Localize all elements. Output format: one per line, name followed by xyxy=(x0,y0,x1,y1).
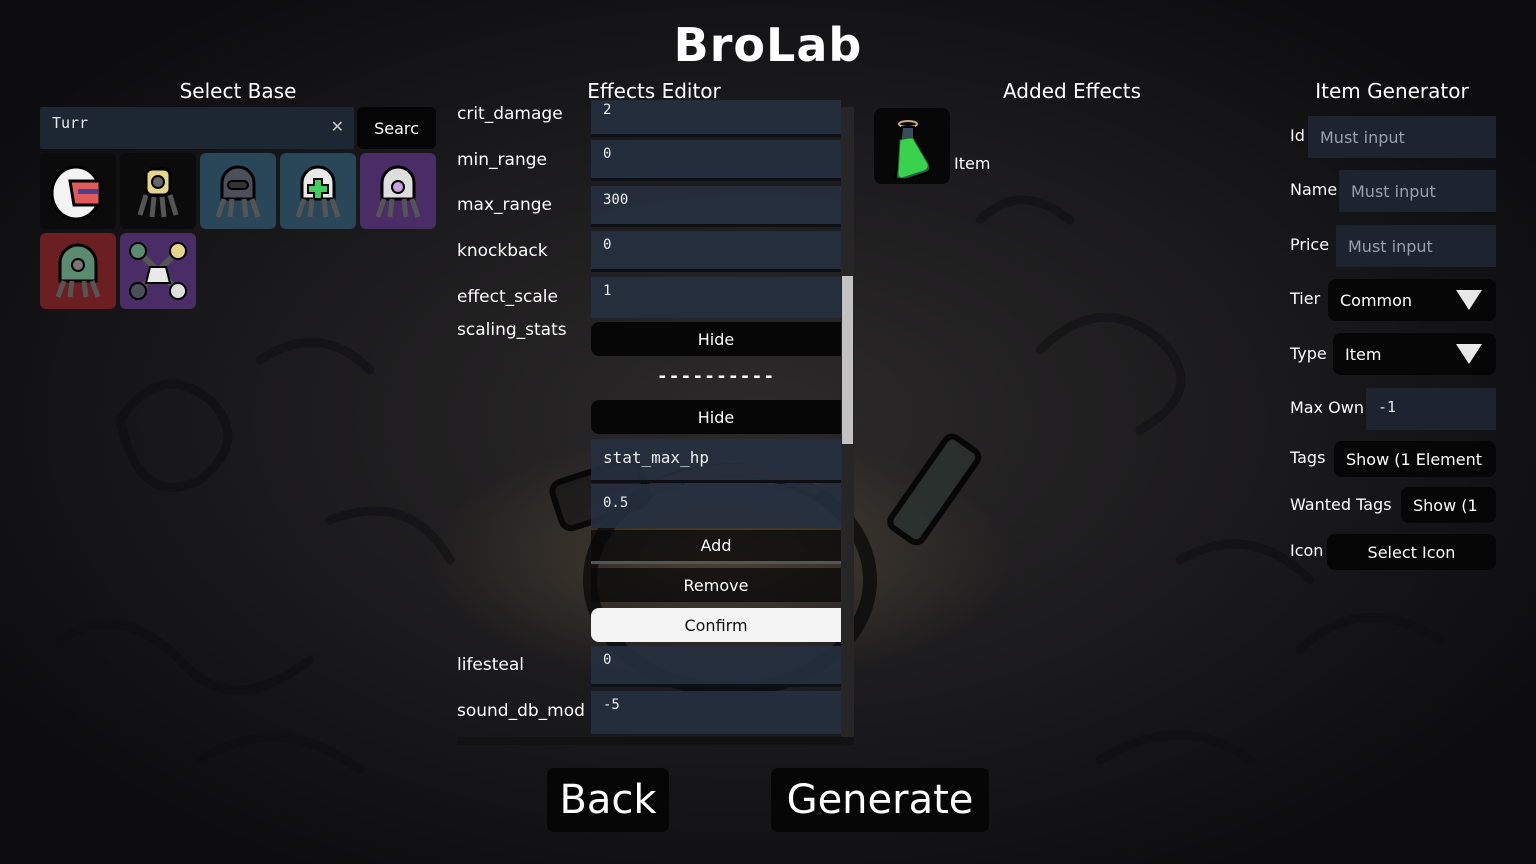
scaling-stat-value-input[interactable]: 0.5 xyxy=(591,484,841,528)
icon-label: Icon xyxy=(1290,541,1324,560)
potion-icon xyxy=(894,120,932,178)
scaling-stats-confirm-button[interactable]: Confirm xyxy=(591,608,841,642)
base-tile-laser-turret[interactable] xyxy=(360,153,436,229)
field-label-max-range: max_range xyxy=(457,195,552,215)
turret-cluster-icon xyxy=(129,242,187,300)
effects-scrollbar-thumb[interactable] xyxy=(842,276,853,444)
wanted-tags-show-button[interactable]: Show (1 xyxy=(1401,487,1496,523)
laser-turret-icon xyxy=(375,165,421,218)
price-input[interactable]: Must input xyxy=(1336,225,1496,267)
base-tile-turret-cluster[interactable] xyxy=(120,233,196,309)
base-tile-healing-turret[interactable] xyxy=(280,153,356,229)
close-icon[interactable]: ✕ xyxy=(331,117,344,136)
scaling-stats-separator: ---------- xyxy=(656,366,776,387)
name-input[interactable]: Must input xyxy=(1339,170,1496,212)
type-label: Type xyxy=(1290,344,1327,363)
type-selected: Item xyxy=(1345,344,1382,364)
helmet-turret-icon xyxy=(50,165,102,221)
id-input[interactable]: Must input xyxy=(1308,116,1496,158)
field-label-scaling-stats: scaling_stats xyxy=(457,320,567,340)
chevron-down-icon xyxy=(1456,290,1482,310)
scaling-stat-name-input[interactable]: stat_max_hp xyxy=(591,439,841,483)
field-input-effect-scale[interactable]: 1 xyxy=(591,277,841,318)
added-effect-item[interactable] xyxy=(874,108,950,184)
field-input-knockback[interactable]: 0 xyxy=(591,231,841,272)
app-title: BroLab xyxy=(673,18,863,72)
max-own-label: Max Own xyxy=(1290,398,1364,417)
tier-label: Tier xyxy=(1290,289,1321,308)
added-effects-title: Added Effects xyxy=(1002,79,1142,103)
wanted-tags-label: Wanted Tags xyxy=(1290,495,1392,514)
max-own-input[interactable]: -1 xyxy=(1366,388,1496,430)
tags-show-button[interactable]: Show (1 Element xyxy=(1334,441,1496,477)
field-label-sound-db-mod: sound_db_mod xyxy=(457,701,585,721)
base-tile-visor-turret[interactable] xyxy=(200,153,276,229)
scaling-stats-hide-button[interactable]: Hide xyxy=(591,322,841,356)
field-input-lifesteal[interactable]: 0 xyxy=(591,646,841,687)
scaling-stat-add-button[interactable]: Add xyxy=(591,530,841,564)
field-label-min-range: min_range xyxy=(457,150,547,170)
field-input-crit-damage[interactable]: 2 xyxy=(591,100,841,137)
scaling-stat-hide-button[interactable]: Hide xyxy=(591,400,841,434)
item-generator-title: Item Generator xyxy=(1315,79,1469,103)
green-turret-icon xyxy=(55,243,101,298)
scaling-stat-remove-button[interactable]: Remove xyxy=(591,568,841,602)
field-label-lifesteal: lifesteal xyxy=(457,655,525,675)
field-label-knockback: knockback xyxy=(457,241,548,261)
yellow-turret-icon xyxy=(137,167,179,218)
healing-turret-icon xyxy=(295,165,341,218)
tier-dropdown[interactable]: Common xyxy=(1328,279,1496,321)
select-base-title: Select Base xyxy=(179,79,297,103)
base-tile-green-turret[interactable] xyxy=(40,233,116,309)
tier-selected: Common xyxy=(1340,290,1413,310)
field-label-crit-damage: crit_damage xyxy=(457,104,563,124)
base-search-input[interactable] xyxy=(40,107,354,149)
base-search-field[interactable]: ✕ xyxy=(40,107,354,149)
added-effect-item-label: Item xyxy=(954,154,991,173)
chevron-down-icon xyxy=(1456,344,1482,364)
field-label-effect-scale: effect_scale xyxy=(457,287,558,307)
effects-horizontal-scrollbar[interactable] xyxy=(457,737,854,745)
base-tile-yellow-turret[interactable] xyxy=(120,153,196,229)
field-input-min-range[interactable]: 0 xyxy=(591,140,841,181)
search-button[interactable]: Searc xyxy=(357,107,436,149)
field-input-sound-db-mod[interactable]: -5 xyxy=(591,691,841,734)
type-dropdown[interactable]: Item xyxy=(1333,333,1496,375)
name-label: Name xyxy=(1290,180,1338,199)
price-label: Price xyxy=(1290,235,1330,254)
back-button[interactable]: Back xyxy=(547,768,669,832)
base-tile-helmet-turret[interactable] xyxy=(40,153,116,229)
id-label: Id xyxy=(1290,126,1305,145)
generate-button[interactable]: Generate xyxy=(771,768,989,832)
field-input-max-range[interactable]: 300 xyxy=(591,186,841,227)
tags-label: Tags xyxy=(1290,448,1326,467)
select-icon-button[interactable]: Select Icon xyxy=(1327,534,1496,570)
visor-turret-icon xyxy=(215,165,261,218)
